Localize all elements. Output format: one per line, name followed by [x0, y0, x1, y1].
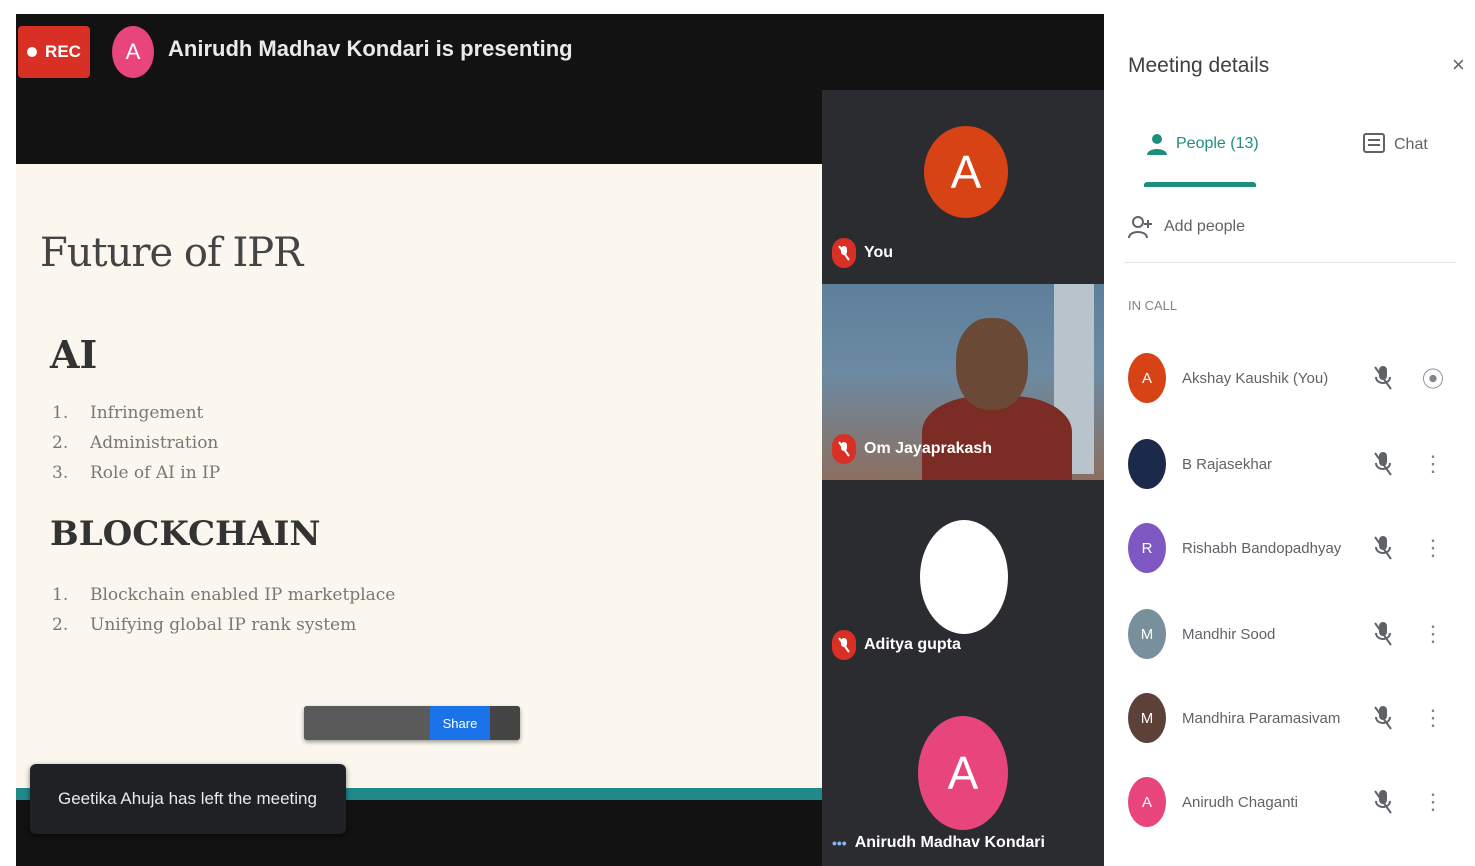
participant-tile[interactable]: A You [822, 90, 1104, 284]
mic-off-icon [1374, 706, 1392, 730]
participant-avatar: R [1128, 523, 1166, 573]
mic-off-icon [832, 434, 856, 464]
slide-heading-ai: AI [50, 332, 98, 377]
toolbar-segment[interactable] [304, 706, 430, 740]
more-options-icon[interactable]: ⋮ [1422, 535, 1444, 561]
participant-avatar: A [1128, 777, 1166, 827]
recording-label: REC [45, 42, 81, 61]
tile-name: You [864, 244, 894, 261]
slide-list-ai: 1. Infringement 2. Administration 3. Role o… [52, 398, 220, 488]
mic-off-icon [1374, 790, 1392, 814]
video-stage: REC A Anirudh Madhav Kondari is presenti… [16, 14, 1104, 866]
slide-toolbar[interactable]: Share [304, 706, 520, 740]
tab-people-label: People (13) [1176, 135, 1259, 152]
divider [1124, 262, 1456, 263]
tile-name-row: ••• Anirudh Madhav Kondari [832, 834, 1045, 852]
participant-name: Mandhira Paramasivam [1182, 709, 1341, 727]
record-dot-icon [27, 47, 38, 57]
tile-avatar: A [924, 126, 1008, 218]
meeting-details-panel: Meeting details × People (13) Chat Add p… [1104, 14, 1475, 866]
recording-badge: REC [18, 26, 90, 78]
participant-tile[interactable]: Aditya gupta [822, 480, 1104, 676]
presenter-avatar: A [112, 26, 154, 78]
list-item: 1. Blockchain enabled IP marketplace [52, 585, 396, 605]
toolbar-segment[interactable] [490, 706, 520, 740]
list-item: 2. Unifying global IP rank system [52, 615, 357, 635]
mic-off-icon [832, 630, 856, 660]
panel-title: Meeting details [1128, 54, 1270, 77]
participant-row[interactable]: M Mandhir Sood ⋮ [1128, 606, 1448, 662]
participant-row[interactable]: B Rajasekhar ⋮ [1128, 436, 1448, 492]
tab-chat-label: Chat [1394, 136, 1428, 153]
close-icon[interactable]: × [1452, 52, 1465, 78]
add-person-icon [1128, 216, 1152, 239]
more-options-icon[interactable]: ⋮ [1422, 451, 1444, 477]
tile-avatar [920, 520, 1008, 634]
participant-row[interactable]: M Mandhira Paramasivam ⋮ [1128, 690, 1448, 746]
tab-chat[interactable]: Chat [1362, 132, 1428, 158]
toolbar-share-button[interactable]: Share [430, 706, 490, 740]
participant-avatar: M [1128, 609, 1166, 659]
more-options-icon[interactable]: ⋮ [1422, 621, 1444, 647]
participant-avatar [1128, 439, 1166, 489]
tile-name: Om Jayaprakash [864, 440, 993, 457]
camera-person-head [956, 318, 1028, 410]
tile-name-row: Aditya gupta [832, 630, 961, 660]
mic-off-icon [832, 238, 856, 268]
presentation-slide: Future of IPR AI 1. Infringement 2. Admini… [16, 164, 822, 792]
tile-name: Aditya gupta [864, 636, 961, 653]
participant-tile[interactable]: A ••• Anirudh Madhav Kondari [822, 676, 1104, 866]
participant-row[interactable]: A Anirudh Chaganti ⋮ [1128, 774, 1448, 830]
more-options-icon[interactable]: ⦿ [1422, 362, 1444, 394]
chat-icon [1363, 133, 1385, 153]
list-item: 2. Administration [52, 433, 219, 453]
participant-name: Akshay Kaushik (You) [1182, 369, 1329, 387]
tile-name-row: Om Jayaprakash [832, 434, 992, 464]
more-options-icon[interactable]: ⋮ [1422, 789, 1444, 815]
tile-avatar: A [918, 716, 1008, 830]
tile-name-row: You [832, 238, 893, 268]
list-item: 1. Infringement [52, 403, 204, 423]
participant-name: Anirudh Chaganti [1182, 793, 1298, 811]
tile-name: Anirudh Madhav Kondari [854, 834, 1045, 851]
participant-name: B Rajasekhar [1182, 455, 1273, 473]
person-icon [1147, 134, 1167, 155]
participant-avatar: M [1128, 693, 1166, 743]
presenter-status: Anirudh Madhav Kondari is presenting [168, 36, 573, 61]
add-people-label: Add people [1164, 218, 1245, 235]
mic-off-icon [1374, 366, 1392, 390]
slide-list-blockchain: 1. Blockchain enabled IP marketplace 2. Un… [52, 580, 395, 640]
participant-row[interactable]: A Akshay Kaushik (You) ⦿ [1128, 350, 1448, 406]
add-people-button[interactable]: Add people [1128, 214, 1245, 240]
section-label: IN CALL [1128, 298, 1178, 313]
mic-off-icon [1374, 536, 1392, 560]
participant-row[interactable]: R Rishabh Bandopadhyay ⋮ [1128, 520, 1448, 576]
slide-heading-blockchain: BLOCKCHAIN [50, 514, 321, 554]
participant-name: Mandhir Sood [1182, 625, 1276, 643]
notification-toast: Geetika Ahuja has left the meeting [30, 764, 346, 834]
more-options-icon[interactable]: ⋮ [1422, 705, 1444, 731]
participant-tile[interactable]: Om Jayaprakash [822, 284, 1104, 480]
audio-level-icon: ••• [832, 835, 847, 851]
participant-avatar: A [1128, 353, 1166, 403]
tab-people[interactable]: People (13) [1146, 132, 1259, 156]
active-tab-indicator [1144, 182, 1256, 187]
participant-name: Rishabh Bandopadhyay [1182, 539, 1342, 557]
list-item: 3. Role of AI in IP [52, 463, 221, 483]
mic-off-icon [1374, 452, 1392, 476]
mic-off-icon [1374, 622, 1392, 646]
slide-title: Future of IPR [40, 230, 303, 276]
